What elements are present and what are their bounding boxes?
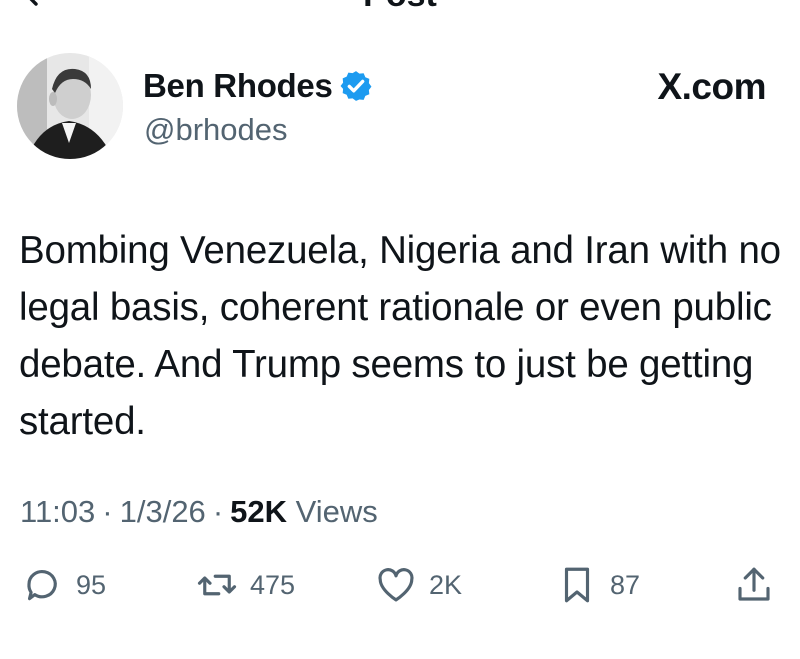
reply-button[interactable]: 95 (22, 564, 106, 606)
avatar[interactable] (17, 53, 123, 159)
views-count: 52K (230, 494, 288, 529)
repost-button[interactable]: 475 (196, 564, 295, 606)
verified-badge-icon (340, 71, 371, 101)
repost-count: 475 (250, 569, 296, 600)
heart-icon (378, 568, 414, 602)
share-button[interactable] (733, 564, 775, 606)
reply-count: 95 (76, 569, 107, 600)
action-bar: 95 475 2K 87 (0, 564, 800, 614)
tweet-date: 1/3/26 (119, 494, 206, 529)
top-nav-bar: Post (0, 0, 800, 14)
bookmark-count: 87 (610, 569, 641, 600)
repost-icon (197, 574, 237, 596)
views-label: Views (295, 494, 378, 529)
tweet-text: Bombing Venezuela, Nigeria and Iran with… (19, 229, 781, 443)
like-button[interactable]: 2K (375, 564, 462, 606)
bookmark-button[interactable]: 87 (556, 564, 640, 606)
reply-icon (27, 570, 57, 601)
author-handle[interactable]: @brhodes (144, 112, 288, 148)
like-count: 2K (429, 569, 463, 600)
author-name[interactable]: Ben Rhodes (143, 67, 333, 105)
tweet-meta: 11:03 · 1/3/26 · 52K Views (20, 494, 378, 529)
author-name-row: Ben Rhodes (143, 66, 373, 106)
tweet-time: 11:03 (20, 494, 96, 529)
share-icon (738, 567, 770, 601)
page-title: Post (0, 0, 800, 12)
x-com-watermark: X.com (657, 66, 766, 107)
bookmark-icon (564, 567, 590, 603)
